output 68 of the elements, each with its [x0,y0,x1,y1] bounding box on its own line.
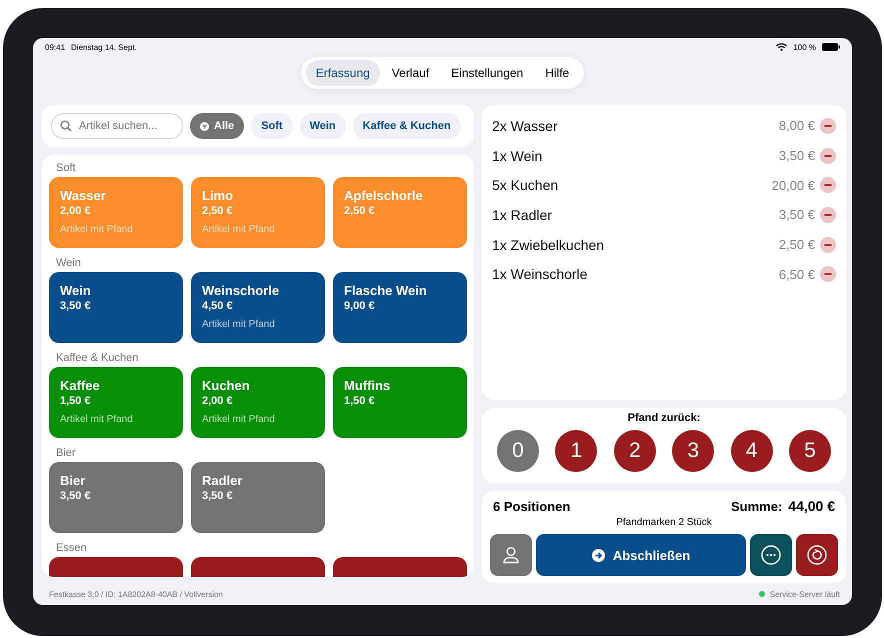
reset-icon [807,545,827,565]
person-icon [502,546,520,564]
order-item: 1x Wein [492,148,544,164]
server-status: Service-Server läuft [770,590,840,598]
product-card[interactable]: Flasche Wein 9,00 € [333,272,467,343]
order-amount: 20,00 € [772,178,815,193]
version-info: Festkasse 3.0 / ID: 1A8202A8-40AB / Vollversion [49,590,223,598]
positions-count: 6 Positionen [493,498,572,514]
category-heading: Wein [55,257,82,271]
order-amount: 3,50 € [778,207,815,222]
checkout-button[interactable]: Abschließen [536,534,746,576]
order-item: 5x Kuchen [492,177,560,194]
more-icon [761,545,781,565]
wifi-icon [776,43,788,51]
deposit-count-button[interactable]: 2 [614,430,656,472]
deposit-count-button[interactable]: 5 [788,430,831,472]
deposit-tokens: Pfandmarken 2 Stück [615,517,713,528]
order-amount: 6,50 € [778,266,815,282]
product-card[interactable]: Muffins 1,50 € [333,367,467,438]
product-card[interactable]: Radler 3,50 € [191,462,325,533]
deposit-count-button[interactable]: 4 [730,430,773,472]
battery-icon [822,43,840,51]
customer-button[interactable] [490,534,532,576]
order-amount: 2,50 € [778,237,815,252]
category-heading: Kaffee & Kuchen [55,352,140,366]
tab[interactable]: Verlauf [382,60,440,86]
status-time: 09:41 [45,42,66,52]
arrow-right-icon [592,548,605,562]
filter-chip[interactable]: Alle [190,113,244,139]
order-item: 1x Radler [492,206,553,223]
reset-button[interactable] [796,534,838,576]
tab[interactable]: Einstellungen [441,60,534,86]
remove-icon[interactable] [820,148,836,164]
remove-icon[interactable] [820,118,836,134]
more-button[interactable] [750,534,792,576]
deposit-count-button[interactable]: 1 [555,430,598,472]
search-icon [60,120,72,132]
category-heading: Bier [55,447,77,461]
order-amount: 3,50 € [778,148,815,164]
product-card[interactable]: Weinschorle 4,50 € Artikel mit Pfand [191,272,325,343]
battery-percent: 100 % [793,42,816,52]
filter-chip[interactable]: Kaffee & Kuchen [352,113,461,139]
category-heading: Essen [55,542,88,556]
deposit-count-button[interactable]: 0 [497,430,539,472]
remove-icon[interactable] [820,177,836,194]
status-date: Dienstag 14. Sept. [71,42,137,52]
tab[interactable]: Erfassung [306,60,380,86]
remove-icon[interactable] [820,236,836,253]
filter-chip[interactable]: Soft [251,113,293,139]
category-heading: Soft [55,162,77,176]
order-item: 2x Wasser [492,118,559,134]
remove-icon[interactable] [820,266,836,282]
filter-icon [200,122,209,130]
remove-icon[interactable] [820,206,836,223]
product-card[interactable]: Kuchen 2,00 € Artikel mit Pfand [191,367,325,438]
order-item: 1x Zwiebelkuchen [492,236,606,253]
total-label: Summe: [730,498,782,514]
search-field[interactable]: Artikel suchen... [51,113,183,139]
product-card[interactable]: Bier 3,50 € [49,462,183,533]
total-amount: 44,00 € [788,498,835,514]
order-item: 1x Weinschorle [492,266,588,282]
deposit-title: Pfand zurück: [626,412,702,424]
product-card[interactable]: Kaffee 1,50 € Artikel mit Pfand [49,367,183,438]
tab[interactable]: Hilfe [535,60,580,86]
order-amount: 8,00 € [778,118,815,134]
filter-chip[interactable]: Wein [300,113,346,139]
deposit-count-button[interactable]: 3 [672,430,714,472]
product-card[interactable]: Wein 3,50 € [49,272,183,343]
